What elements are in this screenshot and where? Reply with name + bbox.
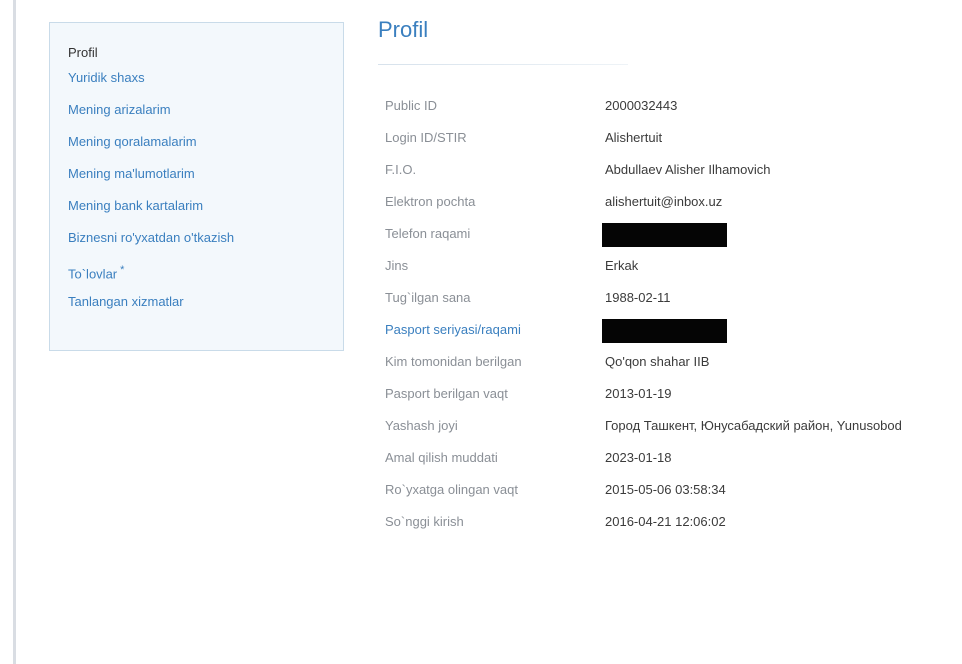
sidebar-item-arizalarim[interactable]: Mening arizalarim (68, 100, 343, 120)
row-value: Erkak (605, 258, 639, 273)
row-label: Jins (385, 258, 409, 273)
row-registered-at: Ro`yxatga olingan vaqt 2015-05-06 03:58:… (385, 474, 962, 506)
row-gender: Jins Erkak (385, 250, 962, 282)
sidebar-item-tanlangan-xizmatlar[interactable]: Tanlangan xizmatlar (68, 292, 343, 312)
row-label: Login ID/STIR (385, 130, 467, 145)
row-fio: F.I.O. Abdullaev Alisher Ilhamovich (385, 154, 962, 186)
row-value: 2015-05-06 03:58:34 (605, 482, 726, 497)
sidebar-item-malumotlarim[interactable]: Mening ma'lumotlarim (68, 164, 343, 184)
sidebar-item-tolovlar[interactable]: To`lovlar * (68, 260, 343, 282)
profile-sidebar-menu: Profil Yuridik shaxs Mening arizalarim M… (49, 22, 344, 351)
row-login-id: Login ID/STIR Alishertuit (385, 122, 962, 154)
row-value: 2016-04-21 12:06:02 (605, 514, 726, 529)
row-value: 1988-02-11 (605, 290, 671, 305)
row-label: Elektron pochta (385, 194, 476, 209)
row-label: Telefon raqami (385, 226, 471, 241)
row-address: Yashash joyi Город Ташкент, Юнусабадский… (385, 410, 962, 442)
sidebar-item-qoralamalarim[interactable]: Mening qoralamalarim (68, 132, 343, 152)
row-public-id: Public ID 2000032443 (385, 90, 962, 122)
profile-details-table: Public ID 2000032443 Login ID/STIR Alish… (385, 90, 962, 538)
sidebar-title: Profil (68, 45, 98, 60)
row-passport-issue-date: Pasport berilgan vaqt 2013-01-19 (385, 378, 962, 410)
sidebar-item-yuridik-shaxs[interactable]: Yuridik shaxs (68, 68, 343, 88)
sidebar-item-biznes-royxat[interactable]: Biznesni ro'yxatdan o'tkazish (68, 228, 343, 248)
row-expiry-date: Amal qilish muddati 2023-01-18 (385, 442, 962, 474)
page-title: Profil (378, 17, 429, 42)
row-value: 2023-01-18 (605, 450, 672, 465)
row-issued-by: Kim tomonidan berilgan Qo'qon shahar IIB (385, 346, 962, 378)
row-birth-date: Tug`ilgan sana 1988-02-11 (385, 282, 962, 314)
redacted-box (602, 223, 727, 247)
row-label: Pasport berilgan vaqt (385, 386, 508, 401)
row-value: 2000032443 (605, 98, 678, 113)
row-value: Abdullaev Alisher Ilhamovich (605, 162, 771, 177)
row-label: Kim tomonidan berilgan (385, 354, 522, 369)
row-value: 2013-01-19 (605, 386, 672, 401)
row-value: Город Ташкент, Юнусабадский район, Yunus… (605, 418, 902, 433)
row-value: alishertuit@inbox.uz (605, 194, 723, 209)
row-label: Ro`yxatga olingan vaqt (385, 482, 518, 497)
row-label: Pasport seriyasi/raqami (385, 322, 521, 337)
row-label: F.I.O. (385, 162, 417, 177)
row-label: Public ID (385, 98, 438, 113)
row-label: Amal qilish muddati (385, 450, 498, 465)
row-value: Alishertuit (605, 130, 663, 145)
row-last-login: So`nggi kirish 2016-04-21 12:06:02 (385, 506, 962, 538)
row-label: So`nggi kirish (385, 514, 464, 529)
sidebar-item-label: To`lovlar (68, 266, 118, 282)
row-phone: Telefon raqami (385, 218, 962, 250)
left-border-rule (13, 0, 16, 664)
redacted-box (602, 319, 727, 343)
title-divider (378, 64, 628, 65)
sidebar-item-bank-kartalarim[interactable]: Mening bank kartalarim (68, 196, 343, 216)
new-badge-mark: * (120, 264, 125, 276)
row-label: Yashash joyi (385, 418, 458, 433)
row-label: Tug`ilgan sana (385, 290, 471, 305)
row-passport-number: Pasport seriyasi/raqami (385, 314, 962, 346)
row-value: Qo'qon shahar IIB (605, 354, 710, 369)
row-email: Elektron pochta alishertuit@inbox.uz (385, 186, 962, 218)
